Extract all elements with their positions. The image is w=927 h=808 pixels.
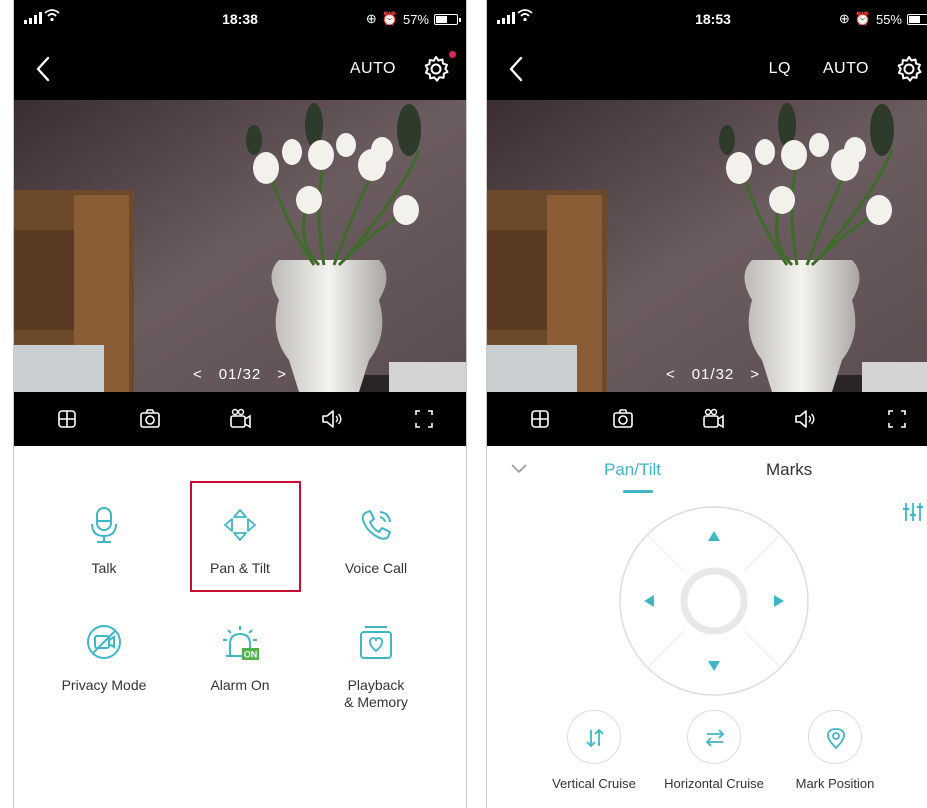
- right-screen: 18:53 ⊕ ⏰ 55% LQ AUTO < 01/32 > Pan/Tilt…: [486, 0, 927, 808]
- alarm-on-badge: ON: [244, 650, 258, 660]
- battery-percent: 55%: [875, 11, 902, 27]
- speaker-icon[interactable]: [319, 406, 345, 432]
- alarm-button[interactable]: ON Alarm On: [175, 622, 305, 694]
- alarm-icon: ON: [223, 626, 259, 660]
- pan-tilt-highlight-box: [190, 481, 301, 592]
- nav-bar: AUTO: [14, 38, 466, 100]
- prev-view-button[interactable]: <: [193, 366, 203, 383]
- live-view-image: [14, 100, 466, 392]
- live-view-image: [487, 100, 927, 392]
- settings-button[interactable]: [895, 55, 923, 83]
- live-view-toolbar: [487, 392, 927, 446]
- vertical-cruise-label: Vertical Cruise: [552, 776, 636, 791]
- view-counter: <01/32 >: [14, 366, 466, 383]
- privacy-mode-button[interactable]: Privacy Mode: [39, 622, 169, 694]
- view-counter-text: 01/32: [218, 366, 262, 383]
- quality-auto-button[interactable]: AUTO: [350, 60, 396, 78]
- speaker-icon[interactable]: [792, 406, 818, 432]
- record-icon[interactable]: [227, 406, 253, 432]
- alarm-label: Alarm On: [210, 677, 270, 693]
- active-tab-indicator: [623, 490, 653, 493]
- playback-memory-button[interactable]: Playback & Memory: [311, 622, 441, 711]
- view-counter-text: 01/32: [691, 366, 735, 383]
- record-icon[interactable]: [700, 406, 726, 432]
- multi-view-icon[interactable]: [54, 406, 80, 432]
- vertical-cruise-button[interactable]: Vertical Cruise: [524, 710, 664, 791]
- tab-pan-tilt[interactable]: Pan/Tilt: [604, 460, 661, 480]
- status-bar: 18:38 ⊕ ⏰ 57%: [14, 0, 466, 38]
- status-bar: 18:53 ⊕ ⏰ 55%: [487, 0, 927, 38]
- camera-live-view[interactable]: <01/32 >: [14, 100, 466, 392]
- battery-icon: [434, 13, 461, 25]
- horizontal-cruise-button[interactable]: Horizontal Cruise: [644, 710, 784, 791]
- battery-icon: [907, 13, 927, 25]
- multi-view-icon[interactable]: [527, 406, 553, 432]
- mark-position-button[interactable]: Mark Position: [765, 710, 905, 791]
- prev-view-button[interactable]: <: [666, 366, 676, 383]
- quality-lq-button[interactable]: LQ: [769, 60, 791, 78]
- rotation-lock-icon: ⊕: [365, 11, 377, 26]
- privacy-mode-label: Privacy Mode: [61, 677, 147, 693]
- back-icon[interactable]: [32, 55, 58, 83]
- voice-call-label: Voice Call: [344, 560, 408, 576]
- alarm-clock-icon: ⏰: [381, 11, 398, 26]
- nav-bar: LQ AUTO: [487, 38, 927, 100]
- joystick-center[interactable]: [680, 567, 748, 635]
- microphone-icon: [91, 507, 117, 543]
- chevron-down-icon[interactable]: [509, 460, 529, 476]
- alarm-clock-icon: ⏰: [854, 11, 871, 26]
- privacy-mode-icon: [87, 625, 121, 659]
- battery-percent: 57%: [402, 11, 429, 27]
- phone-call-icon: [361, 510, 391, 540]
- live-view-toolbar: [14, 392, 466, 446]
- playback-memory-label: Playback & Memory: [344, 677, 408, 710]
- view-counter: <01/32 >: [487, 366, 927, 383]
- vertical-cruise-icon: [586, 728, 604, 748]
- left-screen: 18:38 ⊕ ⏰ 57% AUTO < 01/32 > Talk Pan & …: [13, 0, 467, 808]
- settings-button[interactable]: [422, 51, 456, 83]
- gear-icon: [897, 56, 922, 82]
- horizontal-cruise-label: Horizontal Cruise: [664, 776, 764, 791]
- snapshot-icon[interactable]: [137, 406, 163, 432]
- mark-position-label: Mark Position: [795, 776, 875, 791]
- next-view-button[interactable]: >: [750, 366, 760, 383]
- talk-label: Talk: [91, 560, 117, 576]
- pan-tilt-joystick[interactable]: [618, 505, 810, 697]
- snapshot-icon[interactable]: [610, 406, 636, 432]
- tab-marks[interactable]: Marks: [766, 460, 812, 480]
- location-pin-icon: [827, 728, 845, 750]
- fullscreen-icon[interactable]: [884, 406, 910, 432]
- quality-auto-button[interactable]: AUTO: [823, 60, 869, 78]
- horizontal-cruise-icon: [705, 729, 725, 747]
- voice-call-button[interactable]: Voice Call: [311, 505, 441, 577]
- back-icon[interactable]: [505, 55, 531, 83]
- camera-live-view[interactable]: <01/32 >: [487, 100, 927, 392]
- notification-dot: [449, 51, 456, 58]
- sliders-icon[interactable]: [901, 500, 925, 524]
- gear-icon: [424, 56, 449, 82]
- fullscreen-icon[interactable]: [411, 406, 437, 432]
- next-view-button[interactable]: >: [277, 366, 287, 383]
- playback-icon: [360, 626, 392, 659]
- rotation-lock-icon: ⊕: [838, 11, 850, 26]
- talk-button[interactable]: Talk: [39, 505, 169, 577]
